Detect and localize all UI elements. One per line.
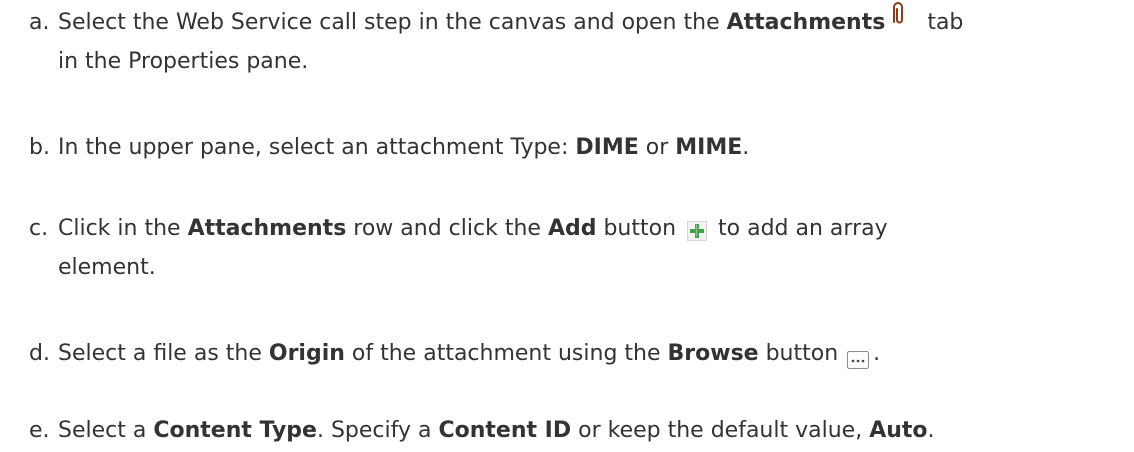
step-b-line-1: In the upper pane, select an attachment … bbox=[58, 128, 1118, 167]
step-e-text-3: or keep the default value, bbox=[571, 418, 870, 443]
step-c-text-1: Click in the bbox=[58, 216, 188, 241]
step-d-text-1: Select a file as the bbox=[58, 341, 269, 366]
step-b-mime-term: MIME bbox=[675, 135, 743, 160]
step-a-marker: a. bbox=[29, 10, 50, 35]
step-c-line-1: Click in the Attachments row and click t… bbox=[58, 209, 1118, 248]
step-d-origin-term: Origin bbox=[268, 341, 345, 366]
step-b-text-3: . bbox=[742, 135, 750, 160]
step-c-content: Click in the Attachments row and click t… bbox=[58, 209, 1118, 287]
step-e-line-1: Select a Content Type. Specify a Content… bbox=[58, 411, 1118, 450]
step-c-text-3: button bbox=[596, 216, 684, 241]
step-a-text-2: tab bbox=[927, 10, 964, 35]
step-e-text-1: Select a bbox=[58, 418, 154, 443]
step-e-content-type-term: Content Type bbox=[153, 418, 317, 443]
step-d-text-2: of the attachment using the bbox=[344, 341, 668, 366]
step-b-text-1: In the upper pane, select an attachment … bbox=[58, 135, 576, 160]
step-d-text-3: button bbox=[758, 341, 846, 366]
step-a-text-1: Select the Web Service call step in the … bbox=[58, 10, 727, 35]
step-e-marker: e. bbox=[29, 418, 50, 443]
step-e-text-4: . bbox=[927, 418, 935, 443]
step-c-add-term: Add bbox=[547, 216, 597, 241]
plus-icon bbox=[687, 215, 708, 241]
step-a-text-3: in the Properties pane. bbox=[58, 49, 309, 74]
step-c-text-4: to add an array bbox=[711, 216, 888, 241]
step-a-attachments-term: Attachments bbox=[726, 10, 886, 35]
step-e-auto-term: Auto bbox=[869, 418, 928, 443]
step-d-browse-term: Browse bbox=[667, 341, 759, 366]
step-c-text-2: row and click the bbox=[346, 216, 548, 241]
step-c-text-5: element. bbox=[58, 255, 156, 280]
step-b-marker: b. bbox=[29, 135, 50, 160]
step-a-content: Select the Web Service call step in the … bbox=[58, 2, 1118, 81]
step-a-line-2: in the Properties pane. bbox=[58, 42, 1118, 81]
step-d-content: Select a file as the Origin of the attac… bbox=[58, 334, 1118, 373]
paperclip-icon bbox=[891, 2, 905, 28]
step-a-line-1: Select the Web Service call step in the … bbox=[58, 2, 1118, 42]
step-b-text-2: or bbox=[638, 135, 676, 160]
step-c-attachments-term: Attachments bbox=[187, 216, 347, 241]
browse-icon bbox=[847, 343, 870, 369]
step-e-text-2: . Specify a bbox=[316, 418, 439, 443]
step-c-line-2: element. bbox=[58, 248, 1118, 287]
step-d-line-1: Select a file as the Origin of the attac… bbox=[58, 334, 1118, 373]
step-e-content-id-term: Content ID bbox=[438, 418, 572, 443]
step-b-content: In the upper pane, select an attachment … bbox=[58, 128, 1118, 167]
step-b-dime-term: DIME bbox=[575, 135, 639, 160]
step-e-content: Select a Content Type. Specify a Content… bbox=[58, 411, 1118, 450]
step-d-marker: d. bbox=[29, 341, 50, 366]
step-d-text-4: . bbox=[873, 341, 881, 366]
step-c-marker: c. bbox=[29, 216, 49, 241]
